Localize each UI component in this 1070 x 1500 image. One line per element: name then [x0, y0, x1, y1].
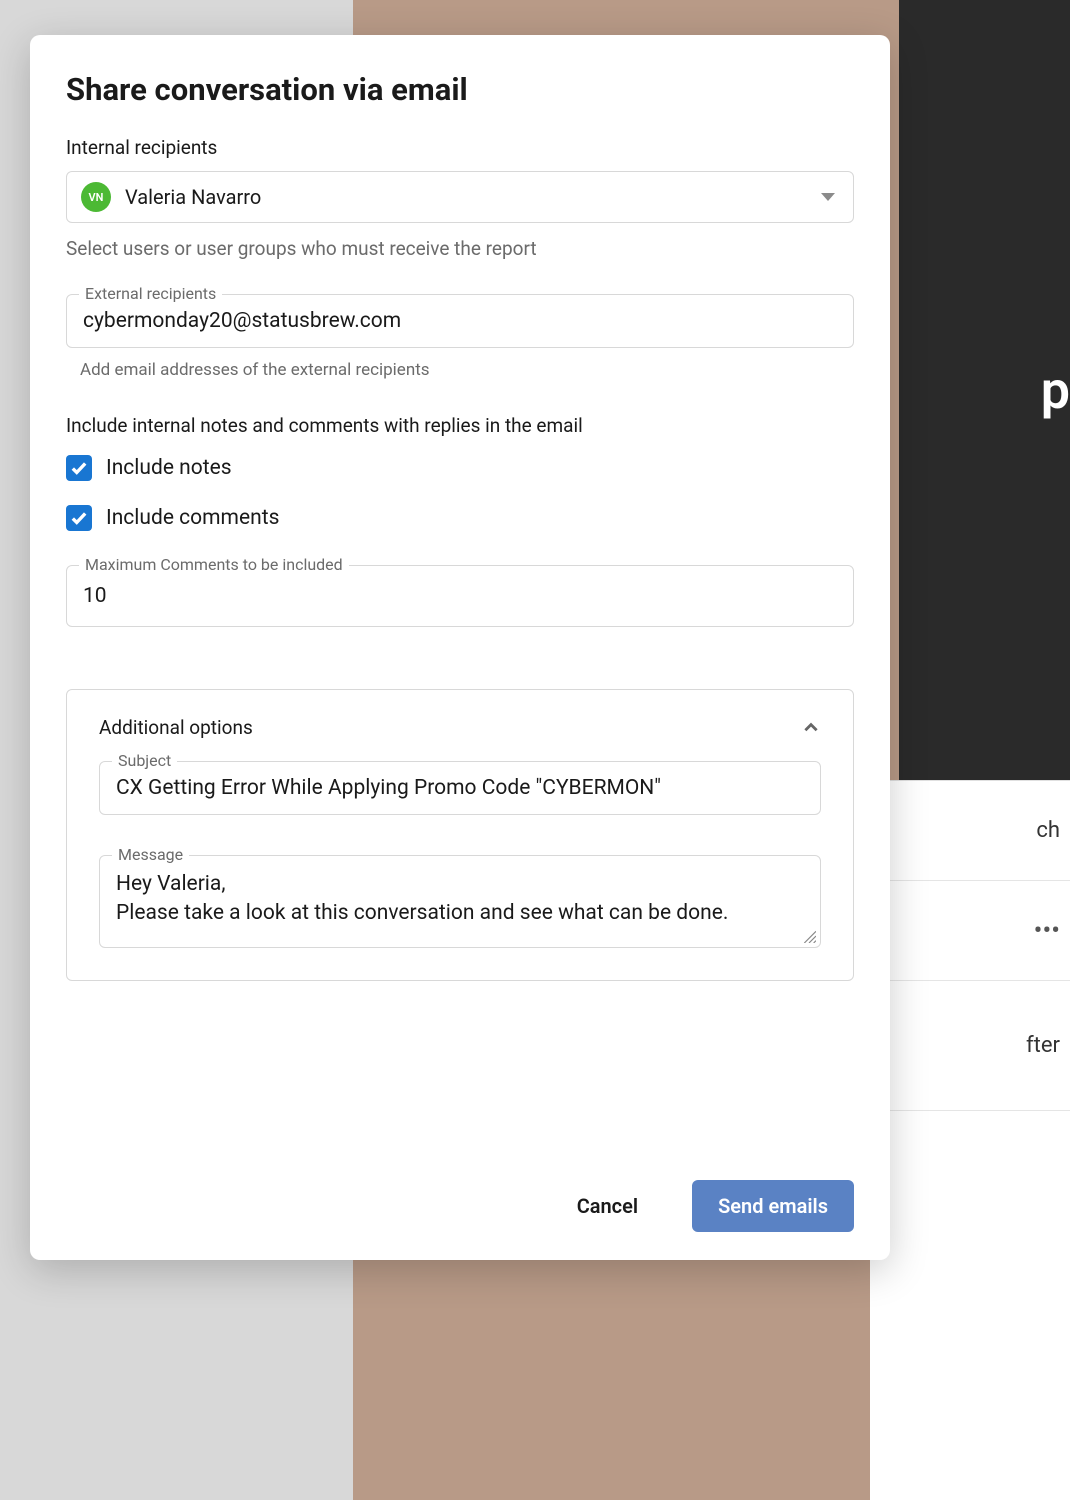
bg-row: ••• — [870, 881, 1070, 981]
recipient-name: Valeria Navarro — [125, 185, 261, 209]
max-comments-input[interactable] — [83, 584, 837, 608]
chevron-down-icon — [821, 193, 835, 201]
external-recipients-input[interactable] — [83, 309, 837, 333]
share-conversation-modal: Share conversation via email Internal re… — [30, 35, 890, 1260]
check-icon — [70, 509, 88, 527]
message-textarea[interactable] — [116, 870, 804, 929]
include-notes-checkbox[interactable] — [66, 455, 92, 481]
bg-row: fter — [870, 981, 1070, 1111]
additional-options-panel: Additional options Subject Message — [66, 689, 854, 981]
modal-actions: Cancel Send emails — [66, 1156, 854, 1232]
additional-options-title: Additional options — [99, 716, 253, 739]
include-comments-label: Include comments — [106, 506, 279, 530]
max-comments-field[interactable]: Maximum Comments to be included — [66, 565, 854, 627]
resize-handle-icon — [802, 929, 816, 943]
external-recipients-hint: Add email addresses of the external reci… — [66, 360, 854, 380]
include-notes-row: Include notes — [66, 455, 854, 481]
max-comments-label: Maximum Comments to be included — [79, 555, 349, 574]
external-recipients-label: External recipients — [79, 284, 222, 303]
internal-recipients-hint: Select users or user groups who must rec… — [66, 237, 854, 260]
cancel-button[interactable]: Cancel — [551, 1180, 664, 1232]
bg-row: ch — [870, 781, 1070, 881]
bg-fragment-p: p — [1041, 360, 1070, 421]
chevron-up-icon — [802, 719, 820, 737]
include-notes-label: Include notes — [106, 456, 232, 480]
internal-recipients-label: Internal recipients — [66, 136, 854, 159]
subject-input[interactable] — [116, 776, 804, 800]
include-comments-row: Include comments — [66, 505, 854, 531]
bg-panel-right: ch ••• fter — [870, 780, 1070, 1500]
include-section-label: Include internal notes and comments with… — [66, 414, 854, 437]
subject-label: Subject — [112, 751, 177, 770]
include-comments-checkbox[interactable] — [66, 505, 92, 531]
subject-field[interactable]: Subject — [99, 761, 821, 815]
internal-recipients-select[interactable]: VN Valeria Navarro — [66, 171, 854, 223]
check-icon — [70, 459, 88, 477]
message-field[interactable]: Message — [99, 855, 821, 948]
collapse-toggle[interactable] — [801, 718, 821, 738]
modal-title: Share conversation via email — [66, 71, 854, 108]
external-recipients-field[interactable]: External recipients — [66, 294, 854, 348]
message-label: Message — [112, 845, 189, 864]
send-emails-button[interactable]: Send emails — [692, 1180, 854, 1232]
avatar: VN — [81, 182, 111, 212]
